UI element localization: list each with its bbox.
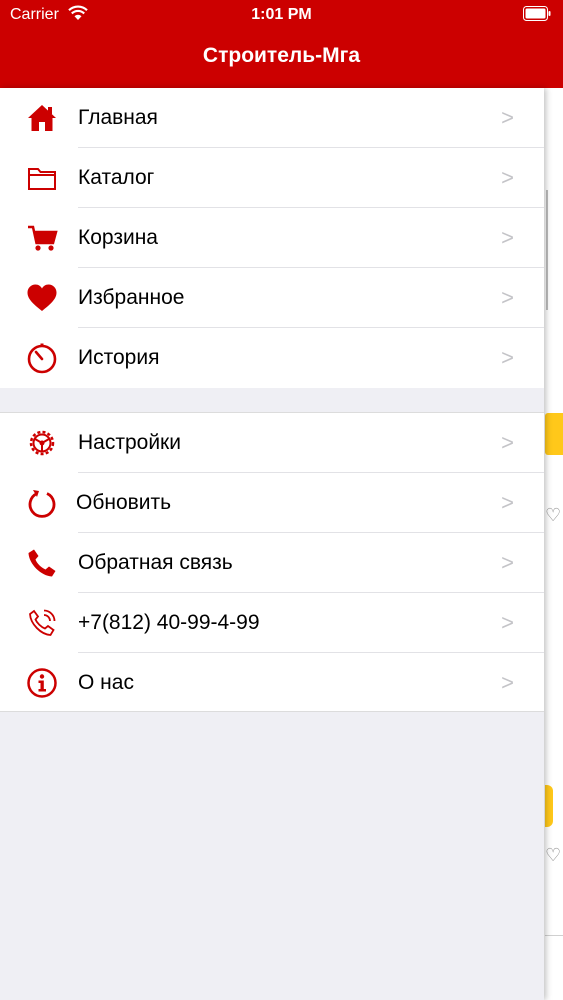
background-line [546,190,548,310]
heart-icon [25,281,59,315]
background-buy-button [545,413,563,455]
menu-item-label: Каталог [78,166,155,189]
info-icon [25,666,59,700]
menu-item-cart[interactable]: Корзина > [0,208,544,268]
app-header: Carrier 1:01 PM Строитель-Мга [0,0,563,88]
chevron-right-icon: > [501,165,514,190]
chevron-right-icon: > [501,490,514,515]
menu-item-label: Корзина [78,226,158,249]
side-drawer: Главная > Каталог > Корзина > Избранное [0,88,544,1000]
chevron-right-icon: > [501,225,514,250]
chevron-right-icon: > [501,285,514,310]
chevron-right-icon: > [501,345,514,370]
status-bar: Carrier 1:01 PM [0,0,563,30]
refresh-icon [25,486,59,520]
chevron-right-icon: > [501,610,514,635]
menu-item-label: О нас [78,671,134,694]
background-divider [545,935,563,936]
menu-item-refresh[interactable]: Обновить > [0,473,544,533]
page-title: Строитель-Мга [202,44,361,67]
menu-item-home[interactable]: Главная > [0,88,544,148]
background-heart-icon-2: ♡ [545,845,562,865]
phone-call-icon [25,606,59,640]
menu-item-label: Настройки [78,431,181,454]
chevron-right-icon: > [501,670,514,695]
history-icon [25,341,59,375]
menu-item-label: Главная [78,106,158,129]
settings-icon [25,426,59,460]
folder-icon [25,161,59,195]
menu-item-catalog[interactable]: Каталог > [0,148,544,208]
background-buy-button-2 [545,785,553,827]
menu-item-label: Обновить [76,491,172,514]
menu-item-favorites[interactable]: Избранное > [0,268,544,328]
cart-icon [25,221,59,255]
menu-item-label: +7(812) 40-99-4-99 [78,611,260,634]
status-time: 1:01 PM [251,6,312,23]
menu-item-label: Обратная связь [78,551,233,574]
main-menu: Главная > Каталог > Корзина > Избранное [0,88,544,388]
chevron-right-icon: > [501,105,514,130]
chevron-right-icon: > [501,430,514,455]
phone-icon [25,546,59,580]
battery-icon [523,6,551,21]
menu-item-label: История [78,346,160,369]
menu-item-phone[interactable]: +7(812) 40-99-4-99 > [0,593,544,653]
menu-item-settings[interactable]: Настройки > [0,413,544,473]
menu-item-history[interactable]: История > [0,328,544,388]
secondary-menu: Настройки > Обновить > Обратная связь > … [0,412,544,712]
menu-item-about[interactable]: О нас > [0,653,544,713]
menu-item-label: Избранное [78,286,185,309]
chevron-right-icon: > [501,550,514,575]
home-icon [25,101,59,135]
menu-item-feedback[interactable]: Обратная связь > [0,533,544,593]
background-heart-icon: ♡ [545,505,562,525]
